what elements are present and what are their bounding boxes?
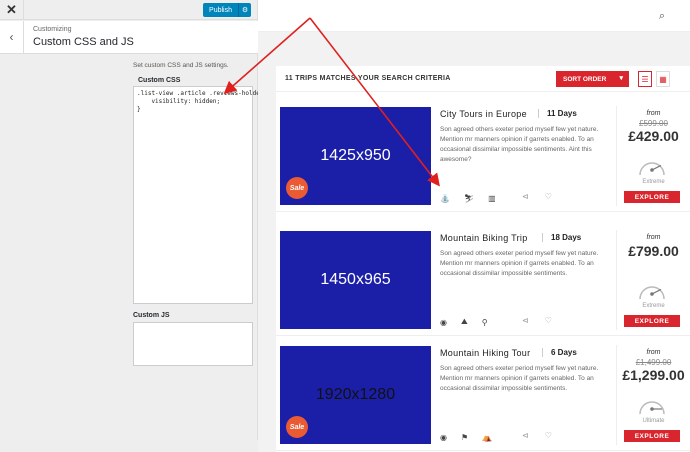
current-price: £799.00 xyxy=(628,243,679,259)
list-view-icon[interactable]: ☰ xyxy=(638,71,652,87)
explore-button[interactable]: EXPLORE xyxy=(624,430,680,442)
back-arrow-icon[interactable]: ‹ xyxy=(0,21,24,53)
customizer-footer xyxy=(0,440,258,452)
trip-card: 1450x965 Mountain Biking Trip 18 Days So… xyxy=(276,226,690,336)
sale-badge: Sale xyxy=(286,416,308,438)
difficulty-gauge-icon xyxy=(639,162,665,176)
custom-css-textarea[interactable]: .list-view .article .reviews-holder { vi… xyxy=(133,86,271,304)
explore-button[interactable]: EXPLORE xyxy=(624,315,680,327)
difficulty-gauge-icon xyxy=(639,286,665,300)
difficulty-label: Extreme xyxy=(642,179,665,185)
section-header: ‹ Customizing Custom CSS and JS xyxy=(0,21,258,54)
difficulty-gauge-icon xyxy=(639,401,665,415)
old-price: £599.00 xyxy=(639,119,668,128)
globe-icon: ◉ xyxy=(440,317,447,327)
trip-image[interactable]: 1425x950 Sale xyxy=(280,107,431,205)
trip-image[interactable]: 1920x1280 Sale xyxy=(280,346,431,444)
trip-duration: 18 Days xyxy=(542,233,581,242)
image-size-label: 1920x1280 xyxy=(315,386,396,403)
fountain-icon: ⛲ xyxy=(440,193,450,203)
trip-title[interactable]: Mountain Biking Trip xyxy=(440,233,528,243)
trip-actions: ⊲ ♡ xyxy=(522,431,568,440)
publish-label: Publish xyxy=(209,6,232,14)
trip-image[interactable]: 1450x965 xyxy=(280,231,431,329)
trip-description: Son agreed others exeter period myself f… xyxy=(440,126,599,163)
sort-order-label: SORT ORDER xyxy=(563,75,607,83)
trip-duration: 11 Days xyxy=(538,109,577,118)
trip-activity-icons: ◉ ⚑ ⛺ xyxy=(440,432,506,442)
trip-actions: ⊲ ♡ xyxy=(522,192,568,201)
chevron-down-icon: ▾ xyxy=(619,75,623,82)
trip-activity-icons: ⛲ ⛷ ▥ xyxy=(440,193,510,203)
trip-actions: ⊲ ♡ xyxy=(522,316,568,325)
customizer-panel: ✕ Publish ⚙ ‹ Customizing Custom CSS and… xyxy=(0,0,271,452)
publish-button[interactable]: Publish ⚙ xyxy=(203,3,251,17)
search-icon[interactable]: ⌕ xyxy=(659,10,665,23)
site-topbar: ⌕ xyxy=(258,0,690,32)
trip-description: Son agreed others exeter period myself f… xyxy=(440,365,599,392)
heart-icon[interactable]: ♡ xyxy=(545,316,552,325)
difficulty-label: Extreme xyxy=(642,303,665,309)
trip-duration: 6 Days xyxy=(542,348,577,357)
trip-list: 11 TRIPS MATCHES YOUR SEARCH CRITERIA SO… xyxy=(276,66,690,452)
image-size-label: 1425x950 xyxy=(320,147,391,164)
price-from-label: from xyxy=(646,110,661,117)
close-icon[interactable]: ✕ xyxy=(0,0,24,19)
difficulty-label: Ultimate xyxy=(642,418,665,424)
skier-icon: ⛷ xyxy=(463,193,475,203)
share-icon[interactable]: ⊲ xyxy=(522,192,529,201)
explore-button[interactable]: EXPLORE xyxy=(624,191,680,203)
tent-icon: ⛺ xyxy=(482,432,493,442)
trip-title[interactable]: City Tours in Europe xyxy=(440,109,527,119)
custom-css-label: Custom CSS xyxy=(138,77,181,84)
custom-js-label: Custom JS xyxy=(133,312,170,319)
section-breadcrumb: Customizing xyxy=(33,26,72,33)
price-from-label: from xyxy=(646,234,661,241)
heart-icon[interactable]: ♡ xyxy=(545,431,552,440)
heart-icon[interactable]: ♡ xyxy=(545,192,552,201)
building-icon: ▥ xyxy=(488,193,496,203)
trip-title[interactable]: Mountain Hiking Tour xyxy=(440,348,530,358)
customizer-header: ✕ Publish ⚙ xyxy=(0,0,257,20)
trip-card: 1920x1280 Sale Mountain Hiking Tour 6 Da… xyxy=(276,341,690,451)
hiker-icon: ⚑ xyxy=(460,432,469,442)
trip-description: Son agreed others exeter period myself f… xyxy=(440,250,599,277)
price-from-label: from xyxy=(646,349,661,356)
bicycle-icon: ⚲ xyxy=(481,317,488,327)
custom-js-textarea[interactable] xyxy=(133,322,253,366)
share-icon[interactable]: ⊲ xyxy=(522,431,529,440)
current-price: £1,299.00 xyxy=(622,367,685,383)
section-description: Set custom CSS and JS settings. xyxy=(133,62,229,69)
site-preview: ⌕ 11 TRIPS MATCHES YOUR SEARCH CRITERIA … xyxy=(258,0,690,452)
trip-card: 1425x950 Sale City Tours in Europe 11 Da… xyxy=(276,102,690,212)
current-price: £429.00 xyxy=(628,128,679,144)
grid-view-icon[interactable]: ▦ xyxy=(656,71,670,87)
sale-badge: Sale xyxy=(286,177,308,199)
old-price: £1,499.00 xyxy=(635,358,672,367)
mountain-icon: ⛰ xyxy=(460,317,468,326)
sort-order-button[interactable]: SORT ORDER ▾ xyxy=(556,71,629,87)
section-title: Custom CSS and JS xyxy=(33,36,134,48)
globe-icon: ◉ xyxy=(440,432,447,442)
share-icon[interactable]: ⊲ xyxy=(522,316,529,325)
result-bar: 11 TRIPS MATCHES YOUR SEARCH CRITERIA SO… xyxy=(276,66,690,92)
trip-activity-icons: ◉ ⛰ ⚲ xyxy=(440,317,502,327)
gear-icon[interactable]: ⚙ xyxy=(238,3,251,17)
result-count: 11 TRIPS MATCHES YOUR SEARCH CRITERIA xyxy=(285,75,451,82)
image-size-label: 1450x965 xyxy=(320,271,391,288)
